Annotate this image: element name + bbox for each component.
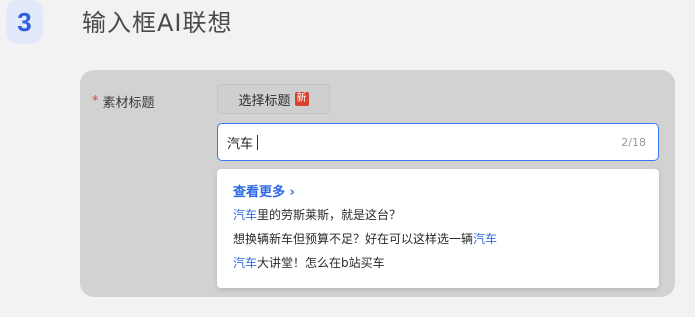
suggestion-text-after: 大讲堂！怎么在b站买车 [257,256,385,270]
choose-title-label: 选择标题 [238,93,291,109]
suggestion-keyword: 汽车 [233,208,258,222]
suggestion-text-after: 里的劳斯莱斯，就是这台？ [257,208,402,222]
input-value: 汽车 [227,136,254,152]
choose-title-button[interactable]: 选择标题 新 [217,84,330,114]
char-counter: 2/18 [621,135,646,149]
suggestion-item[interactable]: 汽车里的劳斯莱斯，就是这台？ [233,203,659,227]
ai-suggestion-dropdown: 查看更多 › 汽车里的劳斯莱斯，就是这台？ 想换辆新车但预算不足？好在可以这样选… [217,169,659,288]
page: 3 输入框AI联想 * 素材标题 选择标题 新 汽车 2/18 查看更多 › 汽… [0,0,695,317]
see-more-link[interactable]: 查看更多 › [233,183,659,203]
form-panel: * 素材标题 选择标题 新 汽车 2/18 查看更多 › 汽车里的劳斯莱斯，就是… [80,70,675,297]
section-title: 输入框AI联想 [82,9,233,37]
required-mark: * [92,94,99,109]
suggestion-item[interactable]: 汽车大讲堂！怎么在b站买车 [233,251,659,275]
material-title-label: * 素材标题 [92,92,155,111]
new-badge: 新 [294,92,309,106]
step-number-badge: 3 [6,0,43,44]
suggestion-item[interactable]: 想换辆新车但预算不足？好在可以这样选一辆汽车 [233,227,659,251]
field-label-text: 素材标题 [102,96,155,111]
suggestion-keyword: 汽车 [233,256,258,270]
material-title-input[interactable]: 汽车 2/18 [217,123,659,161]
suggestion-text-before: 想换辆新车但预算不足？好在可以这样选一辆 [233,232,474,246]
suggestion-keyword: 汽车 [473,232,498,246]
text-caret [257,134,259,150]
